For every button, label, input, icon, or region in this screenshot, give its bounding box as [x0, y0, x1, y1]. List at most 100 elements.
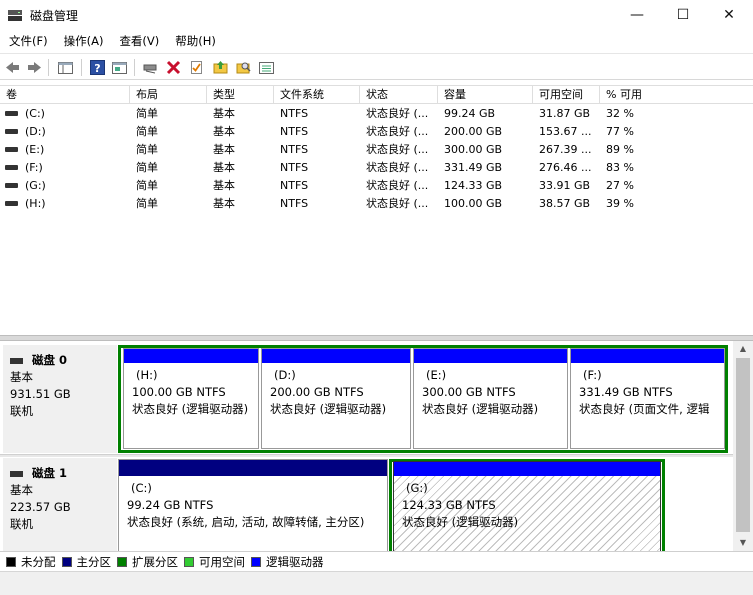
volume-name: (F:): [25, 161, 43, 174]
volume-filesystem: NTFS: [280, 143, 309, 156]
partition-label: (E:): [426, 368, 447, 382]
volume-capacity: 100.00 GB: [444, 197, 503, 210]
disk-divider: [0, 454, 733, 457]
volume-name: (D:): [25, 125, 46, 138]
disk-type: 基本: [10, 483, 33, 497]
column-header-filesystem[interactable]: 文件系统: [274, 86, 360, 104]
legend: 未分配 主分区 扩展分区 可用空间 逻辑驱动器: [0, 551, 753, 571]
column-header-capacity[interactable]: 容量: [438, 86, 533, 104]
volume-status: 状态良好 (...: [366, 197, 429, 210]
partition-e[interactable]: (E:) 300.00 GB NTFS 状态良好 (逻辑驱动器): [413, 348, 568, 449]
volume-name: (E:): [25, 143, 45, 156]
column-header-percent-free[interactable]: % 可用: [600, 86, 753, 104]
partition-status: 状态良好 (逻辑驱动器): [422, 402, 539, 416]
volume-free-space: 153.67 ...: [539, 125, 592, 138]
volume-type: 基本: [213, 197, 235, 210]
legend-swatch: [117, 556, 127, 567]
partition-size: 124.33 GB NTFS: [402, 498, 496, 512]
menu-bar: 文件(F) 操作(A) 查看(V) 帮助(H): [0, 30, 753, 52]
scroll-thumb[interactable]: [736, 358, 750, 532]
menu-help[interactable]: 帮助(H): [167, 30, 224, 52]
volume-free-space: 31.87 GB: [539, 107, 591, 120]
volume-icon: [5, 147, 18, 152]
help-icon[interactable]: ?: [89, 59, 106, 76]
menu-view[interactable]: 查看(V): [111, 30, 167, 52]
legend-label: 扩展分区: [132, 554, 178, 569]
title-bar: 磁盘管理 — ☐ ✕: [0, 0, 753, 30]
partition-label: (D:): [274, 368, 296, 382]
volume-row[interactable]: (F:) 简单 基本 NTFS 状态良好 (... 331.49 GB 276.…: [0, 159, 753, 177]
volume-layout: 简单: [136, 143, 158, 156]
scroll-up-icon[interactable]: ▲: [733, 341, 753, 357]
logical-drive-bar: [124, 349, 258, 363]
column-header-layout[interactable]: 布局: [130, 86, 207, 104]
volume-row[interactable]: (H:) 简单 基本 NTFS 状态良好 (... 100.00 GB 38.5…: [0, 195, 753, 213]
delete-icon[interactable]: [165, 59, 182, 76]
volume-icon: [5, 165, 18, 170]
close-button[interactable]: ✕: [706, 0, 752, 30]
volume-type: 基本: [213, 179, 235, 192]
column-header-type[interactable]: 类型: [207, 86, 274, 104]
menu-file[interactable]: 文件(F): [0, 30, 56, 52]
connect-icon[interactable]: [142, 59, 159, 76]
volume-row[interactable]: (D:) 简单 基本 NTFS 状态良好 (... 200.00 GB 153.…: [0, 123, 753, 141]
disk-pane-scrollbar[interactable]: ▲ ▼: [733, 341, 753, 551]
column-header-status[interactable]: 状态: [360, 86, 438, 104]
volume-filesystem: NTFS: [280, 197, 309, 210]
partition-h[interactable]: (H:) 100.00 GB NTFS 状态良好 (逻辑驱动器): [123, 348, 259, 449]
search-icon[interactable]: [235, 59, 252, 76]
forward-icon[interactable]: [26, 59, 43, 76]
volume-layout: 简单: [136, 179, 158, 192]
volume-percent-free: 77 %: [606, 125, 634, 138]
checklist-icon[interactable]: [188, 59, 205, 76]
partition-d[interactable]: (D:) 200.00 GB NTFS 状态良好 (逻辑驱动器): [261, 348, 411, 449]
column-header-volume[interactable]: 卷: [0, 86, 130, 104]
legend-item: 未分配: [6, 554, 56, 570]
volume-filesystem: NTFS: [280, 161, 309, 174]
svg-text:?: ?: [94, 62, 100, 75]
scroll-down-icon[interactable]: ▼: [733, 535, 753, 551]
list-icon[interactable]: [258, 59, 275, 76]
volume-row[interactable]: (E:) 简单 基本 NTFS 状态良好 (... 300.00 GB 267.…: [0, 141, 753, 159]
volume-layout: 简单: [136, 107, 158, 120]
legend-swatch: [6, 556, 16, 567]
partition-label: (F:): [583, 368, 602, 382]
partition-status: 状态良好 (系统, 启动, 活动, 故障转储, 主分区): [127, 515, 365, 529]
volume-icon: [5, 111, 18, 116]
partition-c[interactable]: (C:) 99.24 GB NTFS 状态良好 (系统, 启动, 活动, 故障转…: [118, 459, 388, 551]
partition-size: 200.00 GB NTFS: [270, 385, 364, 399]
disk-0-label[interactable]: 磁盘 0 基本 931.51 GB 联机: [3, 345, 117, 453]
volume-capacity: 331.49 GB: [444, 161, 503, 174]
partition-size: 99.24 GB NTFS: [127, 498, 214, 512]
console-tree-icon[interactable]: [57, 59, 74, 76]
disk-1-label[interactable]: 磁盘 1 基本 223.57 GB 联机: [3, 458, 117, 551]
partition-g[interactable]: (G:) 124.33 GB NTFS 状态良好 (逻辑驱动器): [393, 461, 661, 551]
partition-status: 状态良好 (逻辑驱动器): [402, 515, 519, 529]
disk-icon: [10, 470, 23, 477]
column-header-free-space[interactable]: 可用空间: [533, 86, 600, 104]
partition-size: 300.00 GB NTFS: [422, 385, 516, 399]
menu-action[interactable]: 操作(A): [56, 30, 112, 52]
disk-state: 联机: [10, 517, 33, 531]
toolbar: ?: [0, 53, 753, 80]
partition-status: 状态良好 (逻辑驱动器): [270, 402, 387, 416]
volume-filesystem: NTFS: [280, 125, 309, 138]
partition-f[interactable]: (F:) 331.49 GB NTFS 状态良好 (页面文件, 逻辑: [570, 348, 725, 449]
volume-percent-free: 39 %: [606, 197, 634, 210]
volume-row[interactable]: (C:) 简单 基本 NTFS 状态良好 (... 99.24 GB 31.87…: [0, 105, 753, 123]
disk-management-icon: [8, 10, 22, 21]
volume-capacity: 300.00 GB: [444, 143, 503, 156]
volume-filesystem: NTFS: [280, 179, 309, 192]
properties-icon[interactable]: [111, 59, 128, 76]
maximize-button[interactable]: ☐: [660, 0, 706, 30]
minimize-button[interactable]: —: [614, 0, 660, 30]
disk-name: 磁盘 0: [32, 353, 68, 367]
legend-item: 可用空间: [184, 554, 245, 570]
open-icon[interactable]: [212, 59, 229, 76]
volume-icon: [5, 129, 18, 134]
volume-filesystem: NTFS: [280, 107, 309, 120]
partition-label: (G:): [406, 481, 428, 495]
back-icon[interactable]: [4, 59, 21, 76]
volume-row[interactable]: (G:) 简单 基本 NTFS 状态良好 (... 124.33 GB 33.9…: [0, 177, 753, 195]
disk-size: 931.51 GB: [10, 387, 71, 401]
